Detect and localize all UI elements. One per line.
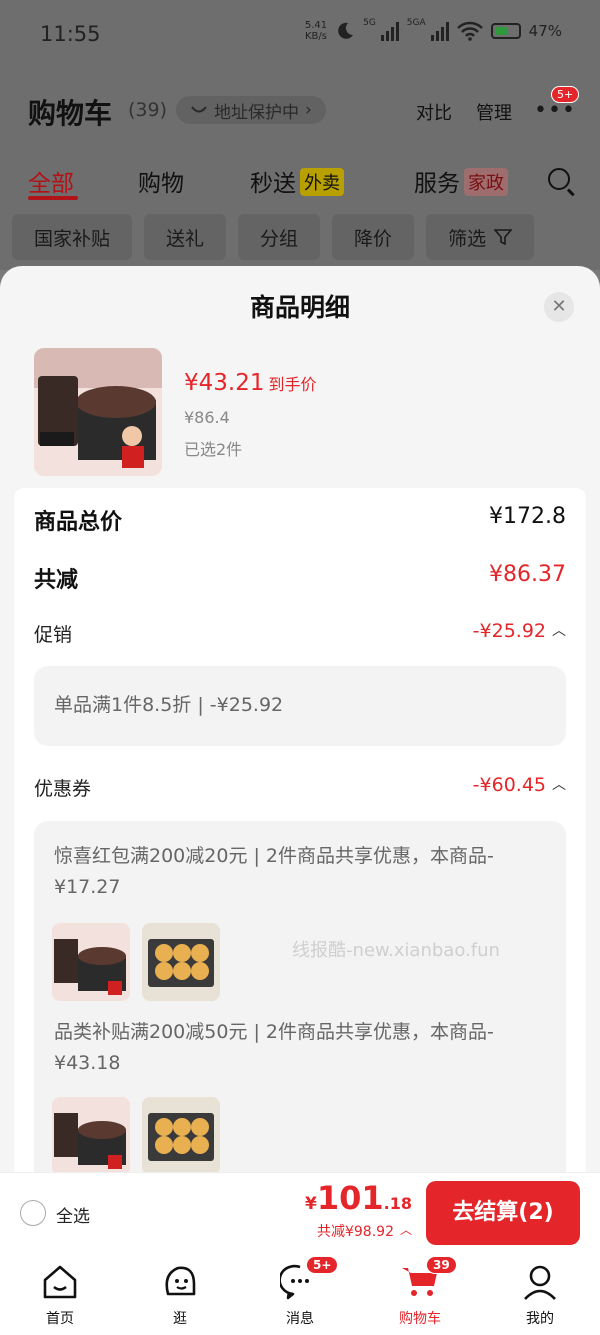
promotion-row[interactable]: 促销 -¥25.92 ︿ xyxy=(34,620,566,648)
select-all-label[interactable]: 全选 xyxy=(56,1202,90,1227)
product-selected-count: 已选2件 xyxy=(184,440,243,459)
tab-shopping[interactable]: 购物 xyxy=(138,164,184,198)
chip-national-subsidy[interactable]: 国家补贴 xyxy=(12,214,133,260)
coupon-1-products xyxy=(52,923,220,1001)
signal-icon-2 xyxy=(430,21,449,41)
chip-filter[interactable]: 筛选 xyxy=(426,214,535,260)
product-original-price: ¥86.4 xyxy=(184,408,230,427)
saved-amount[interactable]: 共减¥98.92 ︿ xyxy=(317,1221,412,1241)
tab-active-underline xyxy=(28,196,78,200)
product-thumbnail[interactable] xyxy=(52,923,130,1001)
compare-button[interactable]: 对比 xyxy=(416,99,452,125)
battery-percent: 47% xyxy=(528,22,562,40)
home-icon xyxy=(40,1262,80,1302)
coupon-2-products xyxy=(52,1097,220,1172)
promotion-detail-box: 单品满1件8.5折 | -¥25.92 xyxy=(34,666,566,746)
coupon-detail-box: 惊喜红包满200减20元 | 2件商品共享优惠，本商品-¥17.27 线报酷-n… xyxy=(34,821,566,1172)
status-icons: 5.41 KB/s 5G 5GA 47% xyxy=(304,18,562,42)
promotion-detail: 单品满1件8.5折 | -¥25.92 xyxy=(54,694,284,716)
product-thumbnail[interactable] xyxy=(52,1097,130,1172)
total-price-row: 商品总价 ¥172.8 xyxy=(34,504,566,535)
chevron-up-icon: ︿ xyxy=(552,623,566,639)
product-thumbnail[interactable] xyxy=(142,923,220,1001)
message-icon: 5+ xyxy=(278,1256,339,1302)
filter-icon xyxy=(494,229,513,246)
status-time: 11:55 xyxy=(40,22,101,46)
product-summary: ¥43.21 到手价 ¥86.4 已选2件 xyxy=(34,348,574,478)
bottom-nav: 首页 逛 5+ 消息 39 购物车 我的 xyxy=(0,1254,600,1335)
wifi-icon xyxy=(456,21,483,41)
smile-icon xyxy=(191,106,207,113)
takeout-tag: 外卖 xyxy=(300,168,344,196)
nav-discover[interactable]: 逛 xyxy=(120,1262,240,1328)
chevron-up-icon: ︿ xyxy=(552,777,566,793)
sheet-title: 商品明细 xyxy=(249,293,350,322)
cart-badge: 39 xyxy=(426,1256,457,1274)
nav-profile[interactable]: 我的 xyxy=(480,1262,600,1328)
product-thumbnail[interactable] xyxy=(142,1097,220,1172)
chevron-up-icon: ︿ xyxy=(399,1223,412,1237)
watermark: 线报酷-new.xianbao.fun xyxy=(292,940,500,961)
chip-gift[interactable]: 送礼 xyxy=(144,214,227,260)
checkout-button[interactable]: 去结算(2) xyxy=(426,1181,580,1245)
cart-header: 购物车 (39) 地址保护中 › 对比 管理 ••• 5+ xyxy=(0,84,600,136)
address-protection-pill[interactable]: 地址保护中 › xyxy=(176,96,326,124)
close-icon: ✕ xyxy=(551,296,567,317)
cart-icon: 39 xyxy=(400,1256,457,1302)
chip-group[interactable]: 分组 xyxy=(238,214,321,260)
status-bar: 11:55 5.41 KB/s 5G 5GA 47% xyxy=(0,0,600,70)
page-title: 购物车 xyxy=(28,97,113,130)
discount-row: 共减 ¥86.37 xyxy=(34,562,566,593)
tab-all[interactable]: 全部 xyxy=(28,164,74,198)
category-tabs: 全部 购物 秒送 外卖 服务 家政 xyxy=(0,160,600,200)
manage-button[interactable]: 管理 xyxy=(476,99,512,125)
checkout-bar: 全选 ¥101.18 共减¥98.92 ︿ 去结算(2) xyxy=(0,1172,600,1254)
total-price: ¥101.18 xyxy=(305,1179,412,1217)
profile-icon xyxy=(520,1262,560,1302)
coupon-detail-1: 惊喜红包满200减20元 | 2件商品共享优惠，本商品-¥17.27 xyxy=(54,845,494,898)
battery-icon xyxy=(490,23,521,39)
product-final-price: ¥43.21 到手价 xyxy=(184,370,317,396)
chevron-right-icon: › xyxy=(305,100,312,120)
coupon-row[interactable]: 优惠券 -¥60.45 ︿ xyxy=(34,774,566,802)
tab-express[interactable]: 秒送 外卖 xyxy=(250,164,344,198)
select-all-checkbox[interactable] xyxy=(20,1200,46,1226)
housekeeping-tag: 家政 xyxy=(464,168,508,196)
close-button[interactable]: ✕ xyxy=(544,292,574,322)
search-icon[interactable] xyxy=(548,168,570,190)
network-speed: 5.41 KB/s xyxy=(304,20,328,42)
filter-chips: 国家补贴 送礼 分组 降价 筛选 xyxy=(12,214,535,260)
price-breakdown-panel: 商品总价 ¥172.8 共减 ¥86.37 促销 -¥25.92 ︿ 单品满1件8… xyxy=(14,488,586,1172)
moon-icon xyxy=(338,22,354,39)
nav-messages[interactable]: 5+ 消息 xyxy=(240,1256,360,1328)
message-badge: 5+ xyxy=(306,1256,339,1274)
nav-cart[interactable]: 39 购物车 xyxy=(360,1256,480,1328)
cart-count: (39) xyxy=(128,99,168,121)
nav-home[interactable]: 首页 xyxy=(0,1262,120,1328)
coupon-detail-2: 品类补贴满200减50元 | 2件商品共享优惠，本商品-¥43.18 xyxy=(54,1021,494,1074)
product-image[interactable] xyxy=(34,348,162,476)
more-badge: 5+ xyxy=(551,86,580,103)
tab-service[interactable]: 服务 家政 xyxy=(414,164,508,198)
signal-icon xyxy=(380,21,399,41)
chip-price-drop[interactable]: 降价 xyxy=(332,214,415,260)
product-detail-sheet: 商品明细 ✕ ¥43.21 到手价 ¥86.4 已选2件 商品总价 ¥172.8 … xyxy=(0,266,600,1172)
discover-icon xyxy=(160,1262,200,1302)
